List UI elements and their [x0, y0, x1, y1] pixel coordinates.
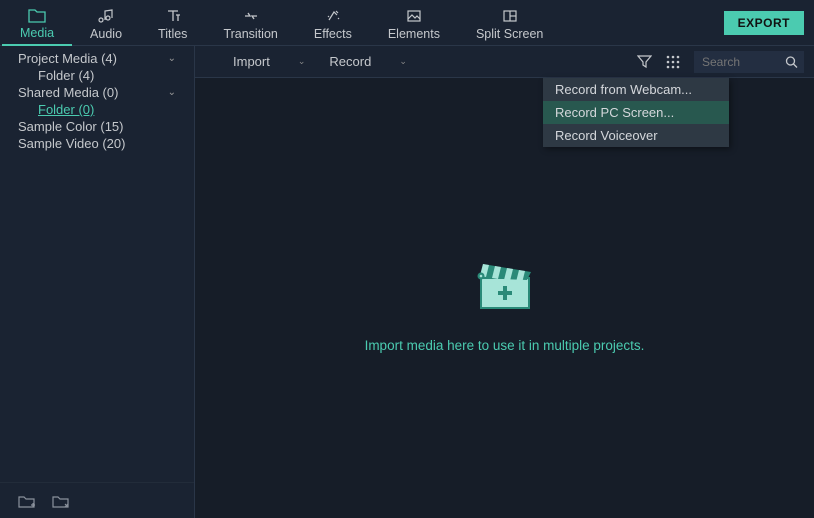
sidebar-item-project-media[interactable]: Project Media (4) ⌄: [0, 50, 194, 67]
grid-view-icon[interactable]: [666, 55, 680, 69]
search-wrap: [694, 51, 804, 73]
import-label: Import: [233, 54, 270, 69]
record-label: Record: [329, 54, 371, 69]
sidebar-item-shared-media[interactable]: Shared Media (0) ⌄: [0, 84, 194, 101]
search-input[interactable]: [694, 51, 804, 73]
nav-tab-media[interactable]: Media: [2, 0, 72, 46]
filter-icon[interactable]: [637, 54, 652, 69]
text-icon: [164, 7, 182, 25]
sidebar-item-sample-color[interactable]: Sample Color (15): [0, 118, 194, 135]
tree-label: Sample Color (15): [18, 119, 124, 134]
folder-icon: [28, 6, 46, 24]
music-icon: [97, 7, 115, 25]
nav-tab-effects[interactable]: Effects: [296, 0, 370, 46]
effects-icon: [324, 7, 342, 25]
sidebar-footer: [0, 482, 194, 518]
tree-label: Shared Media (0): [18, 85, 118, 100]
transition-icon: [242, 7, 260, 25]
nav-label: Transition: [223, 27, 277, 41]
empty-state-text: Import media here to use it in multiple …: [365, 338, 645, 353]
content-area: Import ⌄ Record ⌄: [195, 46, 814, 518]
delete-folder-button[interactable]: [52, 493, 70, 509]
content-toolbar: Import ⌄ Record ⌄: [195, 46, 814, 78]
new-folder-button[interactable]: [18, 493, 36, 509]
nav-tab-transition[interactable]: Transition: [205, 0, 295, 46]
nav-label: Media: [20, 26, 54, 40]
chevron-down-icon: ⌄: [399, 56, 407, 67]
tree-label: Folder (4): [38, 68, 94, 83]
chevron-down-icon[interactable]: ⌄: [168, 87, 176, 98]
export-button[interactable]: EXPORT: [724, 11, 804, 35]
top-nav: Media Audio Titles Transition Effects El…: [0, 0, 814, 46]
menu-record-pc-screen[interactable]: Record PC Screen...: [543, 101, 729, 124]
menu-record-webcam[interactable]: Record from Webcam...: [543, 78, 729, 101]
record-dropdown-menu: Record from Webcam... Record PC Screen..…: [543, 78, 729, 147]
nav-label: Split Screen: [476, 27, 543, 41]
nav-tab-audio[interactable]: Audio: [72, 0, 140, 46]
chevron-down-icon[interactable]: ⌄: [168, 53, 176, 64]
nav-label: Audio: [90, 27, 122, 41]
sidebar-tree: Project Media (4) ⌄ Folder (4) Shared Me…: [0, 46, 194, 482]
split-icon: [501, 7, 519, 25]
nav-tab-elements[interactable]: Elements: [370, 0, 458, 46]
sidebar-item-folder-0[interactable]: Folder (0): [0, 101, 194, 118]
image-icon: [405, 7, 423, 25]
nav-label: Titles: [158, 27, 187, 41]
menu-record-voiceover[interactable]: Record Voiceover: [543, 124, 729, 147]
sidebar: Project Media (4) ⌄ Folder (4) Shared Me…: [0, 46, 195, 518]
nav-tab-titles[interactable]: Titles: [140, 0, 205, 46]
nav-label: Effects: [314, 27, 352, 41]
sidebar-item-folder-4[interactable]: Folder (4): [0, 67, 194, 84]
chevron-down-icon: ⌄: [298, 56, 306, 67]
tree-label: Folder (0): [38, 102, 94, 117]
tree-label: Project Media (4): [18, 51, 117, 66]
tree-label: Sample Video (20): [18, 136, 125, 151]
import-dropdown[interactable]: Import ⌄: [225, 50, 313, 73]
nav-tab-splitscreen[interactable]: Split Screen: [458, 0, 561, 46]
sidebar-item-sample-video[interactable]: Sample Video (20): [0, 135, 194, 152]
clapperboard-icon: [469, 244, 541, 316]
nav-label: Elements: [388, 27, 440, 41]
record-dropdown[interactable]: Record ⌄: [321, 50, 414, 73]
